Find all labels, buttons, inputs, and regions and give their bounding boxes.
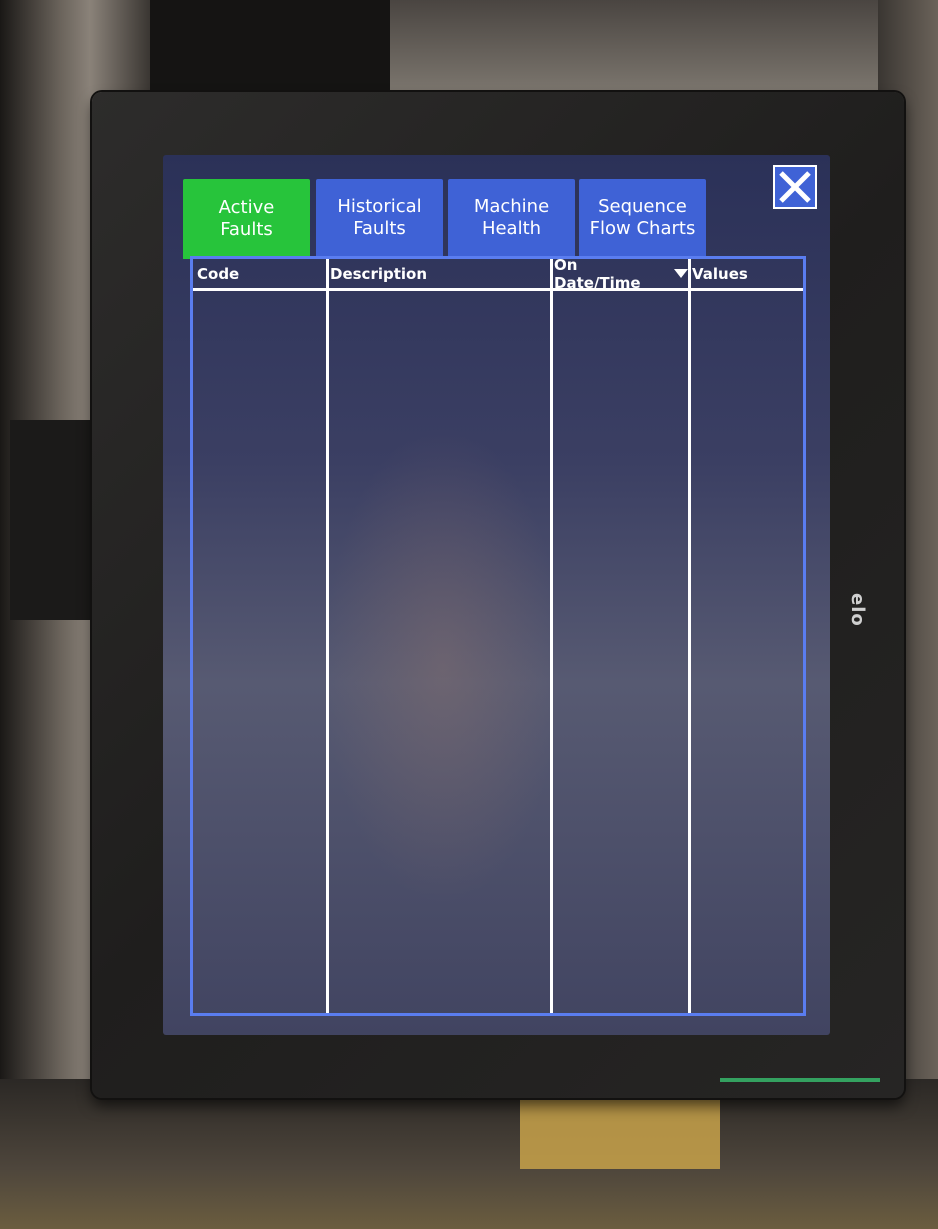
mount-arm	[10, 420, 100, 620]
hmi-screen: Active Faults Historical Faults Machine …	[163, 155, 830, 1035]
column-header-values[interactable]: Values	[688, 259, 803, 288]
column-divider	[550, 259, 553, 1013]
tab-active-faults[interactable]: Active Faults	[183, 179, 310, 259]
monitor-brand-logo: elo	[847, 593, 868, 627]
close-x-icon	[779, 171, 811, 203]
column-header-on-date-time[interactable]: On Date/Time	[550, 256, 688, 292]
close-button[interactable]	[773, 165, 817, 209]
column-header-on-date-time-label: On Date/Time	[554, 255, 641, 292]
tab-sequence-flow-charts[interactable]: Sequence Flow Charts	[579, 179, 706, 257]
column-header-code[interactable]: Code	[193, 259, 326, 288]
table-header: Code Description On Date/Time Values	[193, 256, 803, 292]
tab-historical-faults[interactable]: Historical Faults	[316, 179, 443, 257]
status-led-strip	[720, 1078, 880, 1082]
background-floor	[0, 1079, 938, 1229]
column-divider	[688, 259, 691, 1013]
column-header-description[interactable]: Description	[326, 259, 550, 288]
tab-machine-health[interactable]: Machine Health	[448, 179, 575, 257]
column-divider	[326, 259, 329, 1013]
sort-desc-icon	[674, 269, 688, 278]
faults-table: Code Description On Date/Time Values	[190, 256, 806, 1016]
mount-bracket	[520, 1089, 720, 1169]
